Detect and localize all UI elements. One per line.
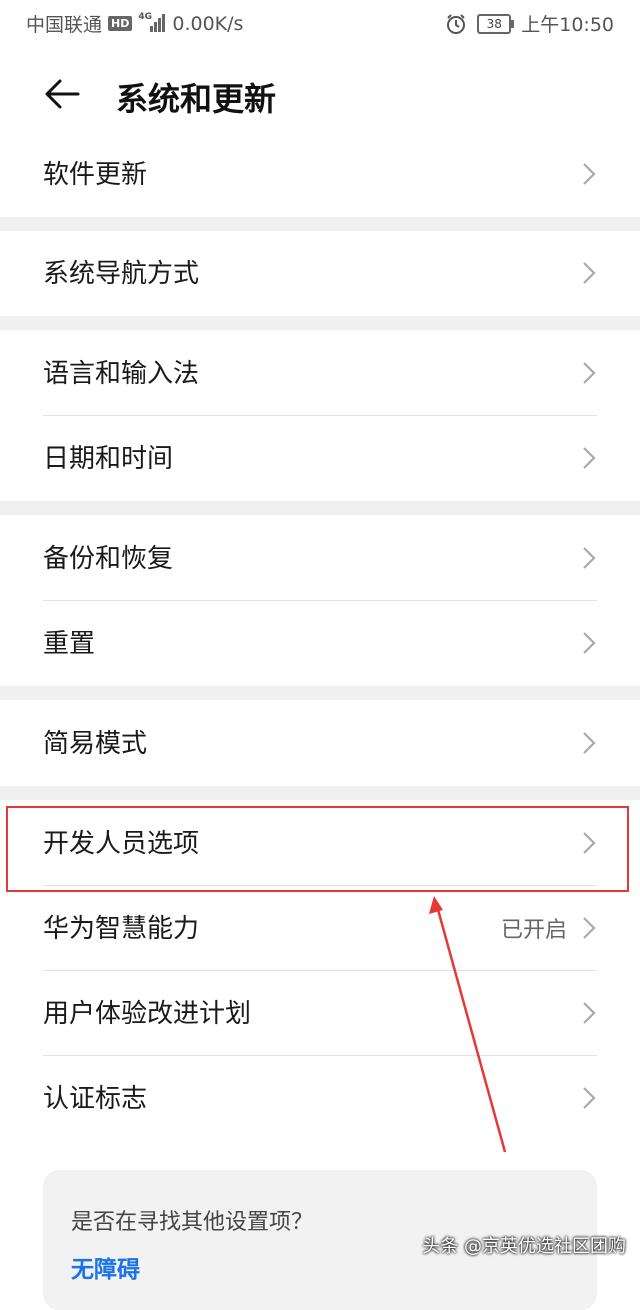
chevron-right-icon [583, 547, 596, 569]
list-item-label: 认证标志 [43, 1084, 148, 1114]
battery-level: 38 [486, 16, 502, 31]
list-item-backup[interactable]: 备份和恢复 [0, 516, 640, 601]
chevron-right-icon [583, 163, 596, 185]
list-item-label: 重置 [43, 629, 96, 659]
list-item-label: 系统导航方式 [43, 259, 200, 289]
chevron-right-icon [583, 1002, 596, 1024]
list-item-simple-mode[interactable]: 简易模式 [0, 701, 640, 786]
suggestion-question: 是否在寻找其他设置项？ [71, 1210, 314, 1235]
hd-badge: HD [108, 16, 133, 31]
alarm-icon [447, 13, 466, 34]
section-gap [0, 686, 640, 700]
list-item-label: 简易模式 [43, 729, 148, 759]
list-item-certification[interactable]: 认证标志 [0, 1056, 640, 1141]
list-item-reset[interactable]: 重置 [0, 601, 640, 686]
list-item-label: 备份和恢复 [43, 544, 174, 574]
annotation-highlight-box [6, 806, 629, 892]
network-type: 4G [138, 11, 153, 22]
chevron-right-icon [583, 447, 596, 469]
list-item-label: 用户体验改进计划 [43, 999, 252, 1029]
chevron-right-icon [583, 362, 596, 384]
section-gap [0, 501, 640, 515]
list-item-label: 语言和输入法 [43, 359, 200, 389]
chevron-right-icon [583, 1087, 596, 1109]
chevron-right-icon [583, 262, 596, 284]
list-item-user-experience[interactable]: 用户体验改进计划 [0, 971, 640, 1056]
list-item-label: 华为智慧能力 [43, 914, 200, 944]
status-value: 已开启 [500, 918, 567, 943]
accessibility-link[interactable]: 无障碍 [71, 1250, 140, 1284]
section-gap [0, 786, 640, 800]
chevron-right-icon [583, 732, 596, 754]
network-speed: 0.00K/s [172, 12, 244, 35]
header: 系统和更新 [0, 60, 640, 132]
clock: 上午10:50 [521, 14, 614, 36]
list-item-software-update[interactable]: 软件更新 [0, 132, 640, 217]
list-item-label: 日期和时间 [43, 444, 174, 474]
list-item-huawei-assistant[interactable]: 华为智慧能力 已开启 [0, 886, 640, 971]
carrier-label: 中国联通 [26, 14, 103, 36]
chevron-right-icon [583, 632, 596, 654]
chevron-right-icon [583, 917, 596, 939]
list-item-language[interactable]: 语言和输入法 [0, 331, 640, 416]
watermark: 头条 @京英优选社区团购 [422, 1236, 626, 1257]
list-item-navigation[interactable]: 系统导航方式 [0, 231, 640, 316]
signal-icon: 4G [138, 11, 166, 34]
status-bar: 中国联通 HD 4G 0.00K/s 38 上午10:50 [0, 0, 640, 46]
battery-icon: 38 [477, 13, 515, 34]
list-item-date-time[interactable]: 日期和时间 [0, 416, 640, 501]
section-gap [0, 316, 640, 330]
list-item-label: 软件更新 [43, 160, 148, 190]
section-gap [0, 217, 640, 231]
back-arrow-icon[interactable] [44, 76, 80, 112]
page-title: 系统和更新 [116, 80, 277, 118]
